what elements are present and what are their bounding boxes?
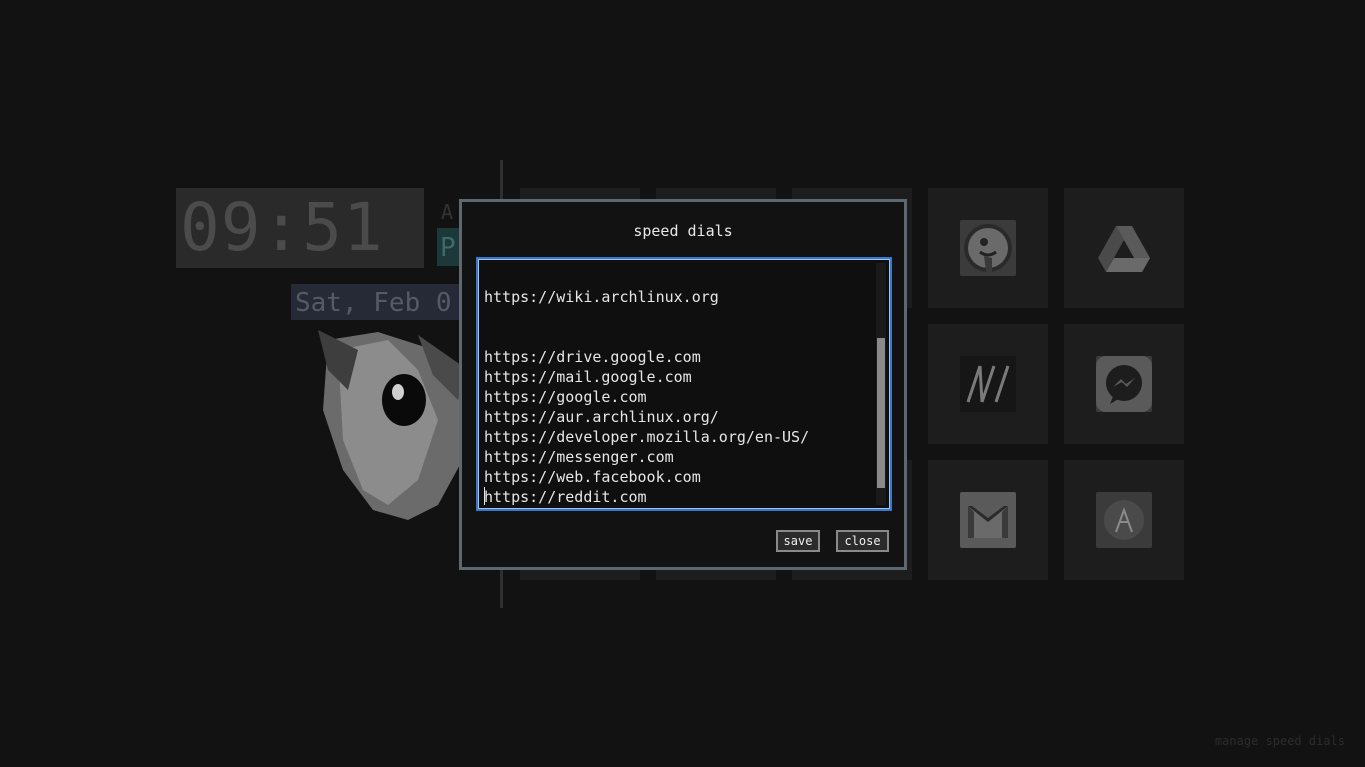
- speed-dial-duckduckgo[interactable]: [928, 188, 1048, 308]
- clock-time: 09:51: [176, 188, 424, 268]
- duckduckgo-icon: [960, 220, 1016, 276]
- speed-dial-gmail[interactable]: [928, 460, 1048, 580]
- textarea-line: https://developer.mozilla.org/en-US/: [484, 428, 810, 446]
- speed-dials-dialog: speed dials https://wiki.archlinux.org h…: [459, 199, 907, 570]
- clock-ampm-top: A: [441, 200, 454, 224]
- textarea-line-partial: https://wiki.archlinux.org: [484, 288, 719, 306]
- gmail-icon: [960, 492, 1016, 548]
- mdn-icon: [960, 356, 1016, 412]
- save-button[interactable]: save: [776, 530, 820, 552]
- google-drive-icon: [1096, 220, 1152, 276]
- anime-character-image: [318, 330, 468, 520]
- textarea-content: https://wiki.archlinux.org https://drive…: [484, 259, 868, 509]
- scrollbar-thumb[interactable]: [877, 338, 885, 488]
- speed-dial-google-drive[interactable]: [1064, 188, 1184, 308]
- textarea-line: https://web.facebook.com: [484, 468, 701, 486]
- arch-wiki-icon: [1096, 492, 1152, 548]
- close-button[interactable]: close: [836, 530, 889, 552]
- new-tab-page: 09:51 A P Sat, Feb 0 manage speed dials …: [0, 0, 1365, 767]
- textarea-line: https://reddit.com: [484, 488, 647, 506]
- textarea-line: https://aur.archlinux.org/: [484, 408, 719, 426]
- textarea-line: https://drive.google.com: [484, 348, 701, 366]
- speed-dials-textarea[interactable]: https://wiki.archlinux.org https://drive…: [476, 257, 892, 511]
- textarea-line: https://chat.openai.com/: [484, 507, 868, 509]
- clock-date: Sat, Feb 0: [291, 284, 461, 320]
- dialog-title: speed dials: [633, 222, 733, 240]
- textarea-line: https://mail.google.com: [484, 368, 692, 386]
- speed-dial-mdn[interactable]: [928, 324, 1048, 444]
- text-caret: [484, 487, 485, 505]
- messenger-icon: [1096, 356, 1152, 412]
- textarea-scrollbar[interactable]: [876, 263, 886, 505]
- textarea-line: https://messenger.com: [484, 448, 674, 466]
- manage-speed-dials-link[interactable]: manage speed dials: [1215, 734, 1345, 748]
- clock-ampm: P: [437, 228, 461, 266]
- speed-dial-arch-wiki[interactable]: [1064, 460, 1184, 580]
- textarea-line: https://google.com: [484, 388, 647, 406]
- speed-dial-messenger[interactable]: [1064, 324, 1184, 444]
